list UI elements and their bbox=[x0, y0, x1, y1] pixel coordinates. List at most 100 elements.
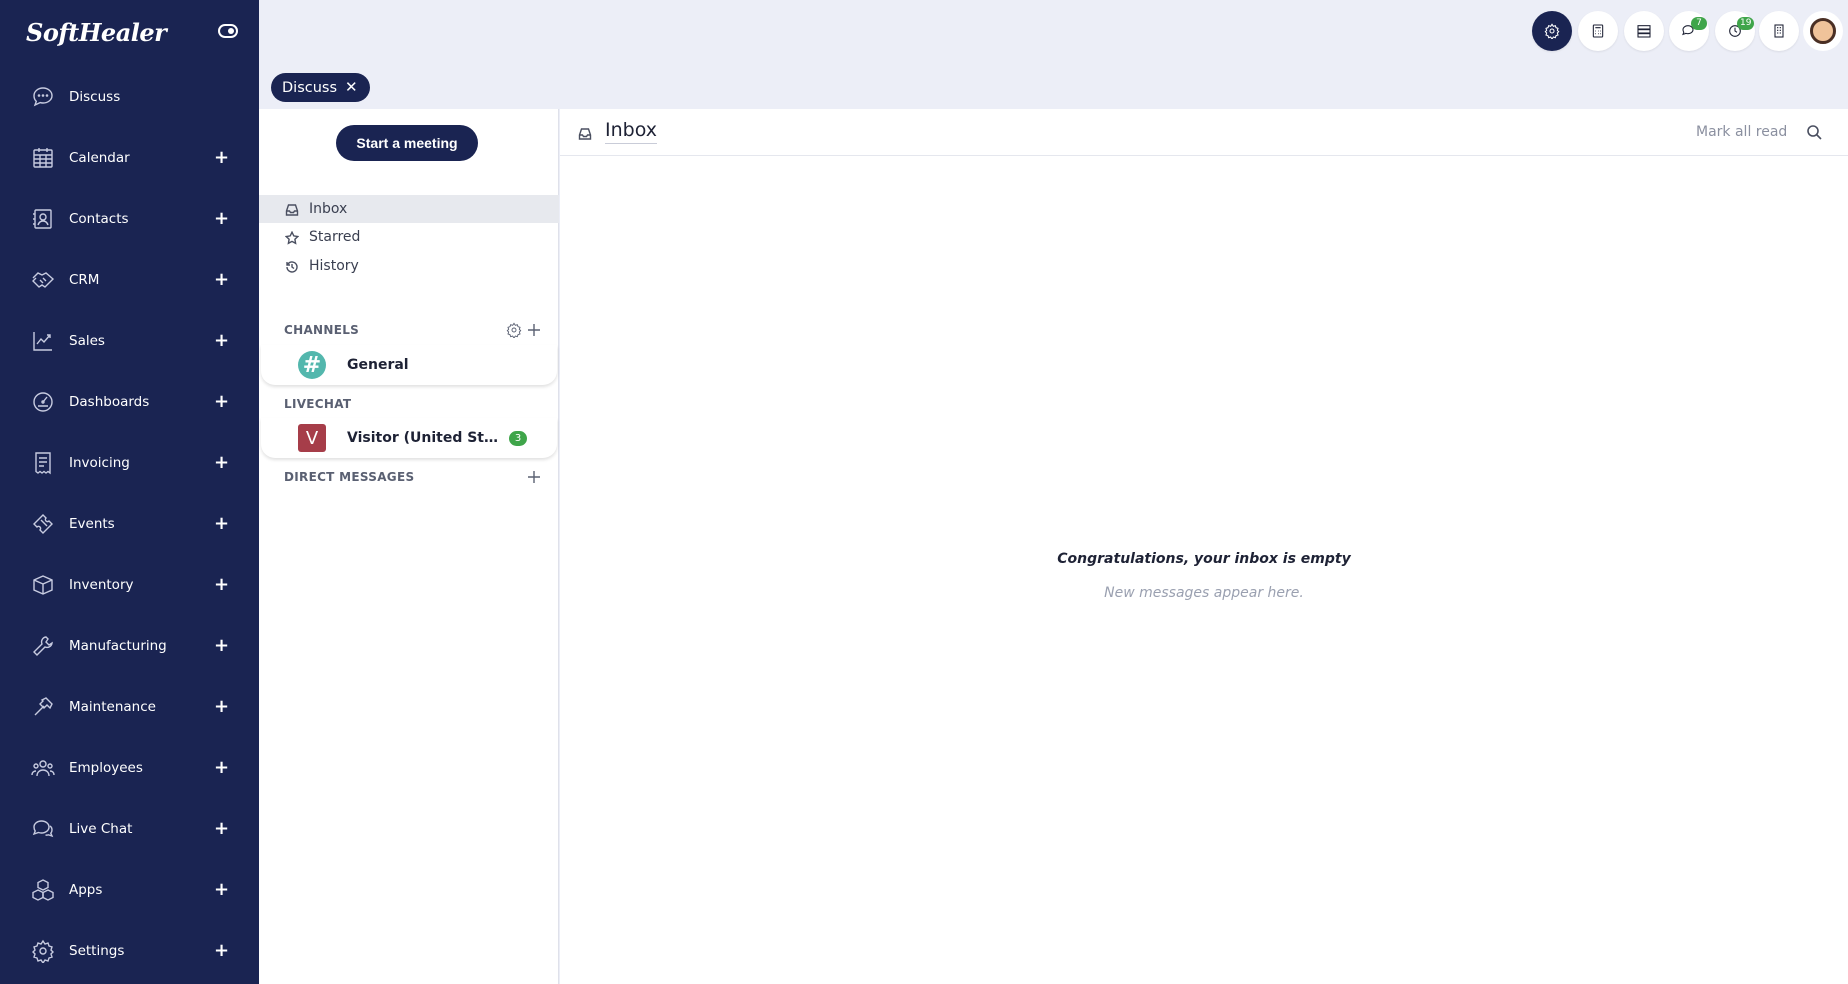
server-icon bbox=[1637, 25, 1651, 38]
ticket-icon bbox=[30, 511, 56, 537]
channel-item-general[interactable]: # General bbox=[261, 345, 557, 385]
messages-button[interactable]: 7 bbox=[1669, 11, 1709, 51]
calculator-icon bbox=[1592, 24, 1604, 38]
add-direct-message-icon[interactable] bbox=[526, 469, 542, 485]
sidebar-item-apps[interactable]: Apps + bbox=[0, 859, 259, 920]
add-maintenance-button[interactable]: + bbox=[214, 697, 229, 715]
sidebar-item-dashboards[interactable]: Dashboards + bbox=[0, 371, 259, 432]
contacts-icon bbox=[30, 206, 56, 232]
sidebar-item-label: Discuss bbox=[69, 88, 121, 105]
sidebar-item-label: Manufacturing bbox=[69, 637, 167, 654]
mailbox-label: History bbox=[309, 258, 359, 274]
sidebar-item-calendar[interactable]: Calendar + bbox=[0, 127, 259, 188]
add-contacts-button[interactable]: + bbox=[214, 209, 229, 227]
sidebar-item-label: Settings bbox=[69, 942, 125, 959]
sidebar-item-label: CRM bbox=[69, 271, 100, 288]
box-icon bbox=[30, 572, 56, 598]
people-icon bbox=[30, 755, 56, 781]
livechat-name: Visitor (United States) bbox=[347, 430, 499, 446]
avatar-image bbox=[1810, 18, 1836, 44]
channels-category[interactable]: CHANNELS bbox=[284, 323, 359, 337]
settings-shortcut-button[interactable] bbox=[1532, 11, 1572, 51]
inbox-icon bbox=[578, 126, 592, 140]
mark-all-read-button[interactable]: Mark all read bbox=[1696, 124, 1787, 140]
add-crm-button[interactable]: + bbox=[214, 270, 229, 288]
app-sidebar: SoftHealer Discuss Calendar + Contacts +… bbox=[0, 0, 259, 984]
mailbox-inbox[interactable]: Inbox bbox=[259, 195, 559, 223]
sidebar-item-discuss[interactable]: Discuss bbox=[0, 66, 259, 127]
sidebar-item-label: Invoicing bbox=[69, 454, 130, 471]
add-channel-icon[interactable] bbox=[526, 322, 542, 338]
sidebar-item-label: Contacts bbox=[69, 210, 129, 227]
sidebar-item-live-chat[interactable]: Live Chat + bbox=[0, 798, 259, 859]
add-events-button[interactable]: + bbox=[214, 514, 229, 532]
chat-bubble-icon bbox=[30, 84, 56, 110]
empty-state-subtitle: New messages appear here. bbox=[1104, 585, 1304, 601]
search-icon[interactable] bbox=[1806, 124, 1822, 140]
sidebar-item-inventory[interactable]: Inventory + bbox=[0, 554, 259, 615]
chart-line-icon bbox=[30, 328, 56, 354]
calendar-icon bbox=[30, 145, 56, 171]
company-switcher-button[interactable] bbox=[1759, 11, 1799, 51]
cubes-icon bbox=[30, 877, 56, 903]
sidebar-toggle-icon[interactable] bbox=[218, 24, 238, 38]
add-calendar-button[interactable]: + bbox=[214, 148, 229, 166]
add-sales-button[interactable]: + bbox=[214, 331, 229, 349]
mailbox-history[interactable]: History bbox=[259, 252, 559, 280]
add-live-chat-button[interactable]: + bbox=[214, 819, 229, 837]
gear-icon bbox=[30, 938, 56, 964]
sidebar-item-label: Events bbox=[69, 515, 115, 532]
empty-state-title: Congratulations, your inbox is empty bbox=[1057, 551, 1351, 567]
channel-name: General bbox=[347, 357, 409, 373]
visitor-avatar: V bbox=[298, 424, 326, 452]
add-apps-button[interactable]: + bbox=[214, 880, 229, 898]
sidebar-item-label: Apps bbox=[69, 881, 103, 898]
add-settings-button[interactable]: + bbox=[214, 941, 229, 959]
sidebar-item-label: Live Chat bbox=[69, 820, 133, 837]
mailbox-starred[interactable]: Starred bbox=[259, 223, 559, 251]
activities-badge: 19 bbox=[1737, 17, 1755, 30]
channel-settings-icon[interactable] bbox=[506, 322, 522, 339]
close-icon[interactable]: ✕ bbox=[345, 80, 358, 95]
sidebar-item-invoicing[interactable]: Invoicing + bbox=[0, 432, 259, 493]
start-meeting-button[interactable]: Start a meeting bbox=[336, 125, 478, 161]
sidebar-item-events[interactable]: Events + bbox=[0, 493, 259, 554]
chats-icon bbox=[30, 816, 56, 842]
sidebar-item-employees[interactable]: Employees + bbox=[0, 737, 259, 798]
activities-button[interactable]: 19 bbox=[1715, 11, 1755, 51]
add-invoicing-button[interactable]: + bbox=[214, 453, 229, 471]
brand-logo[interactable]: SoftHealer bbox=[26, 14, 167, 50]
sidebar-item-label: Inventory bbox=[69, 576, 134, 593]
add-employees-button[interactable]: + bbox=[214, 758, 229, 776]
livechat-item-visitor[interactable]: V Visitor (United States) 3 bbox=[261, 418, 557, 458]
sidebar-item-contacts[interactable]: Contacts + bbox=[0, 188, 259, 249]
calculator-button[interactable] bbox=[1578, 11, 1618, 51]
building-icon bbox=[1774, 24, 1784, 38]
server-status-button[interactable] bbox=[1624, 11, 1664, 51]
user-avatar[interactable] bbox=[1803, 11, 1843, 51]
sidebar-item-maintenance[interactable]: Maintenance + bbox=[0, 676, 259, 737]
direct-messages-category[interactable]: DIRECT MESSAGES bbox=[284, 470, 414, 484]
livechat-category[interactable]: LIVECHAT bbox=[284, 397, 351, 411]
sidebar-item-settings[interactable]: Settings + bbox=[0, 920, 259, 981]
add-manufacturing-button[interactable]: + bbox=[214, 636, 229, 654]
sidebar-item-label: Sales bbox=[69, 332, 105, 349]
add-dashboards-button[interactable]: + bbox=[214, 392, 229, 410]
add-inventory-button[interactable]: + bbox=[214, 575, 229, 593]
thread-title: Inbox bbox=[605, 119, 657, 144]
receipt-icon bbox=[30, 450, 56, 476]
messages-badge: 7 bbox=[1691, 17, 1707, 30]
history-icon bbox=[285, 259, 299, 273]
sidebar-item-sales[interactable]: Sales + bbox=[0, 310, 259, 371]
sidebar-item-label: Calendar bbox=[69, 149, 130, 166]
sidebar-item-label: Employees bbox=[69, 759, 143, 776]
star-icon bbox=[284, 230, 300, 245]
sidebar-item-manufacturing[interactable]: Manufacturing + bbox=[0, 615, 259, 676]
thread-header: Inbox Mark all read bbox=[560, 109, 1848, 156]
sidebar-item-crm[interactable]: CRM + bbox=[0, 249, 259, 310]
discuss-sidebar: Start a meeting Inbox Starred History CH… bbox=[259, 109, 559, 984]
thread-view: Inbox Mark all read Congratulations, you… bbox=[560, 109, 1848, 984]
breadcrumb: Discuss ✕ bbox=[271, 73, 370, 102]
mailbox-label: Starred bbox=[309, 229, 361, 245]
wrench-icon bbox=[30, 633, 56, 659]
